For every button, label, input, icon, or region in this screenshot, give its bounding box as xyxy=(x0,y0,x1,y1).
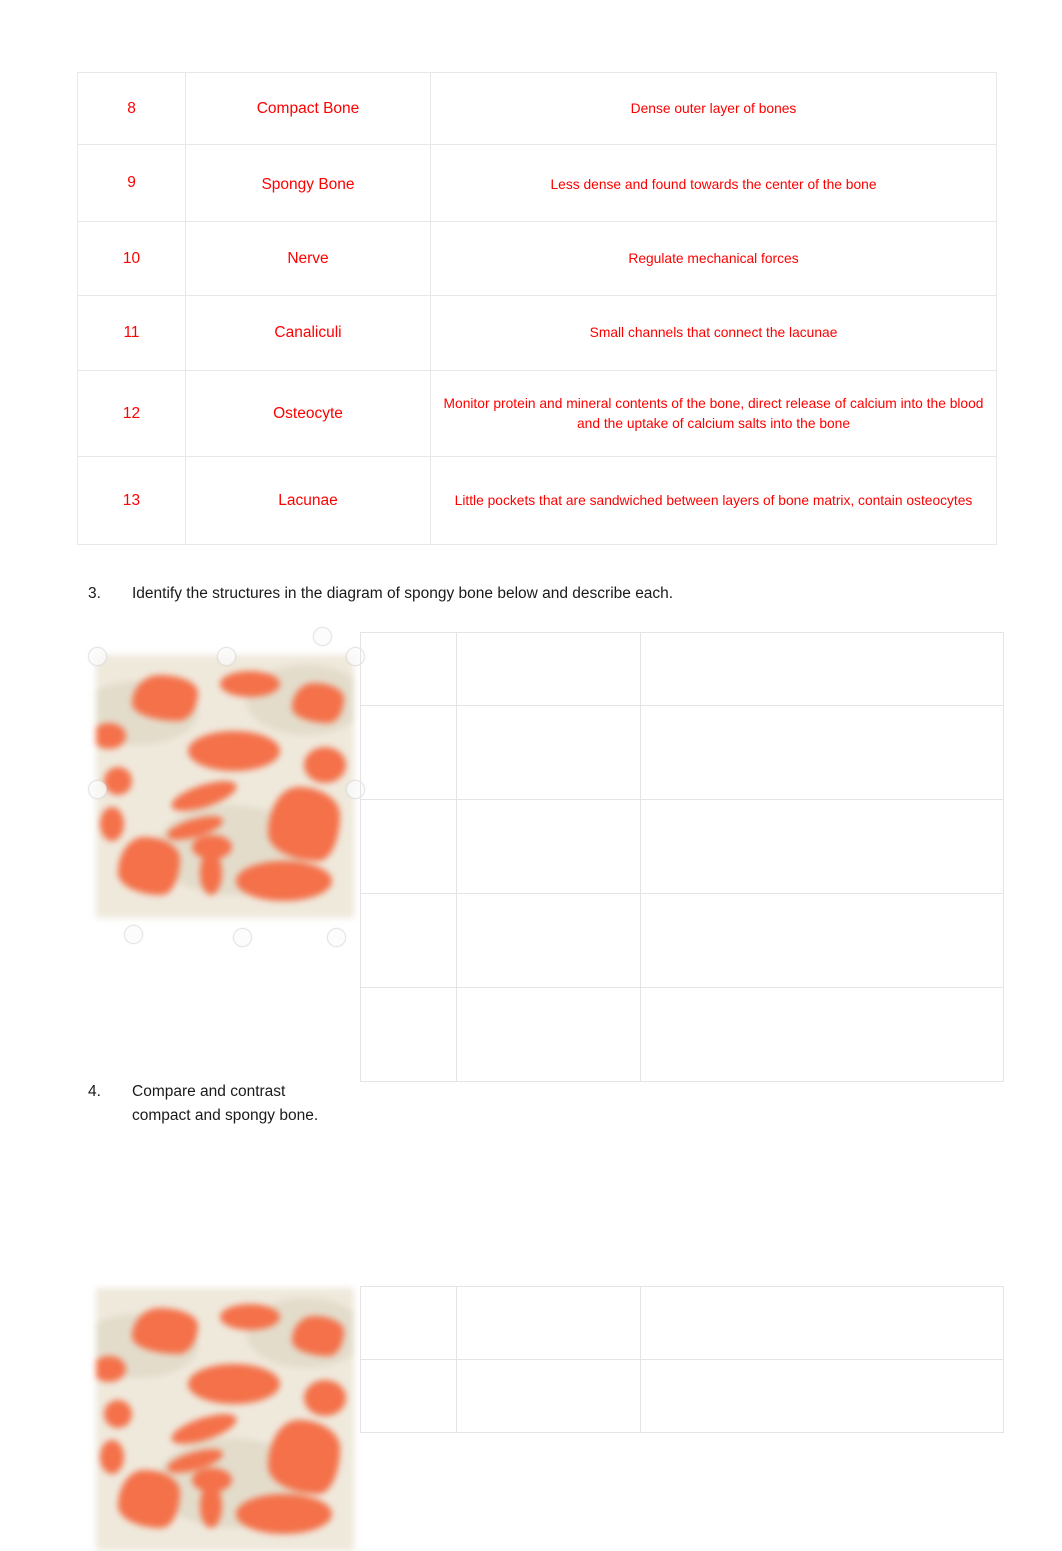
answer-cell[interactable] xyxy=(640,705,1004,800)
rotate-handle[interactable] xyxy=(313,627,332,646)
bone-terms-table: 8 Compact Bone Dense outer layer of bone… xyxy=(77,72,997,545)
trabecula-space xyxy=(188,1364,280,1404)
term-name-cell: Osteocyte xyxy=(185,370,431,457)
table-row: 8 Compact Bone Dense outer layer of bone… xyxy=(77,72,997,145)
term-number-cell: 13 xyxy=(77,456,186,545)
answer-cell[interactable] xyxy=(360,705,457,800)
term-description-cell: Regulate mechanical forces xyxy=(430,221,997,296)
trabecula-space xyxy=(100,807,124,841)
trabecula-space xyxy=(104,1400,132,1428)
table-row[interactable] xyxy=(360,705,1004,800)
trabecula-space xyxy=(104,767,132,795)
trabecula-space xyxy=(188,731,280,771)
answer-cell[interactable] xyxy=(456,1359,641,1433)
term-description-cell: Little pockets that are sandwiched betwe… xyxy=(430,456,997,545)
answer-cell[interactable] xyxy=(640,1286,1004,1360)
trabecula-space xyxy=(200,851,222,895)
trabecula-space xyxy=(304,1380,346,1416)
trabecula-space xyxy=(132,675,198,721)
answer-cell[interactable] xyxy=(360,632,457,706)
question-4-text: Compare and contrast compact and spongy … xyxy=(132,1083,319,1125)
trabecula-space xyxy=(268,787,340,861)
answer-cell[interactable] xyxy=(640,893,1004,988)
answer-table-1-body xyxy=(360,632,1004,1082)
term-description-cell: Dense outer layer of bones xyxy=(430,72,997,145)
trabecula-space xyxy=(96,1356,126,1382)
answer-cell[interactable] xyxy=(360,799,457,894)
table-row: 13 Lacunae Little pockets that are sandw… xyxy=(77,456,997,545)
answer-cell[interactable] xyxy=(360,1359,457,1433)
trabecula-space xyxy=(100,1440,124,1474)
resize-handle-bottom-center[interactable] xyxy=(233,928,252,947)
term-number-cell: 12 xyxy=(77,370,186,457)
answer-cell[interactable] xyxy=(640,987,1004,1082)
term-name-cell: Spongy Bone xyxy=(185,146,431,224)
answer-cell[interactable] xyxy=(456,799,641,894)
resize-handle-top-left[interactable] xyxy=(88,647,107,666)
terms-table-body: 8 Compact Bone Dense outer layer of bone… xyxy=(77,72,997,545)
term-name-cell: Canaliculi xyxy=(185,295,431,371)
term-description-cell: Monitor protein and mineral contents of … xyxy=(430,370,997,457)
trabecula-space xyxy=(96,723,126,749)
structures-answer-table[interactable] xyxy=(360,632,1004,1082)
answer-cell[interactable] xyxy=(360,987,457,1082)
answer-cell[interactable] xyxy=(456,1286,641,1360)
trabecula-space xyxy=(200,1484,222,1528)
spongy-bone-image[interactable] xyxy=(96,655,354,918)
table-row[interactable] xyxy=(360,893,1004,988)
trabecula-space xyxy=(304,747,346,783)
table-row: 11 Canaliculi Small channels that connec… xyxy=(77,295,997,371)
answer-cell[interactable] xyxy=(640,799,1004,894)
term-name-cell: Compact Bone xyxy=(185,72,431,145)
trabecula-space xyxy=(236,1494,332,1534)
term-number-cell: 11 xyxy=(77,295,186,371)
answer-cell[interactable] xyxy=(456,632,641,706)
compare-contrast-answer-table[interactable] xyxy=(360,1286,1004,1433)
resize-handle-top-center[interactable] xyxy=(217,647,236,666)
table-row[interactable] xyxy=(360,987,1004,1082)
term-description-cell: Small channels that connect the lacunae xyxy=(430,295,997,371)
term-name-cell: Nerve xyxy=(185,221,431,296)
table-row: 9 Spongy Bone Less dense and found towar… xyxy=(77,144,997,224)
question-3: 3. Identify the structures in the diagra… xyxy=(88,582,848,606)
resize-handle-bottom-left[interactable] xyxy=(124,925,143,944)
trabecula-space xyxy=(292,683,344,723)
question-4: 4. Compare and contrast compact and spon… xyxy=(88,1080,338,1128)
spongy-bone-image[interactable] xyxy=(96,1288,354,1551)
table-row[interactable] xyxy=(360,1359,1004,1433)
trabecula-space xyxy=(118,837,180,895)
table-row: 10 Nerve Regulate mechanical forces xyxy=(77,221,997,296)
trabecula-space xyxy=(292,1316,344,1356)
answer-cell[interactable] xyxy=(360,893,457,988)
term-number-cell: 9 xyxy=(77,144,186,222)
trabecula-space xyxy=(236,861,332,901)
answer-cell[interactable] xyxy=(360,1286,457,1360)
trabecula-space xyxy=(132,1308,198,1354)
answer-table-2-body xyxy=(360,1286,1004,1433)
trabecula-space xyxy=(220,1304,280,1330)
answer-cell[interactable] xyxy=(640,632,1004,706)
answer-cell[interactable] xyxy=(456,705,641,800)
term-number-cell: 10 xyxy=(77,221,186,296)
term-name-cell: Lacunae xyxy=(185,456,431,545)
table-row[interactable] xyxy=(360,799,1004,894)
resize-handle-middle-left[interactable] xyxy=(88,780,107,799)
term-description-cell: Less dense and found towards the center … xyxy=(430,146,997,224)
question-3-text: Identify the structures in the diagram o… xyxy=(132,585,674,602)
answer-cell[interactable] xyxy=(456,893,641,988)
answer-cell[interactable] xyxy=(456,987,641,1082)
trabecula-space xyxy=(118,1470,180,1528)
table-row[interactable] xyxy=(360,632,1004,706)
question-4-number: 4. xyxy=(88,1083,101,1100)
answer-cell[interactable] xyxy=(640,1359,1004,1433)
resize-handle-bottom-right[interactable] xyxy=(327,928,346,947)
table-row[interactable] xyxy=(360,1286,1004,1360)
table-row: 12 Osteocyte Monitor protein and mineral… xyxy=(77,370,997,457)
trabecula-space xyxy=(268,1420,340,1494)
trabecula-space xyxy=(220,671,280,697)
question-3-number: 3. xyxy=(88,585,101,602)
term-number-cell: 8 xyxy=(77,72,186,145)
